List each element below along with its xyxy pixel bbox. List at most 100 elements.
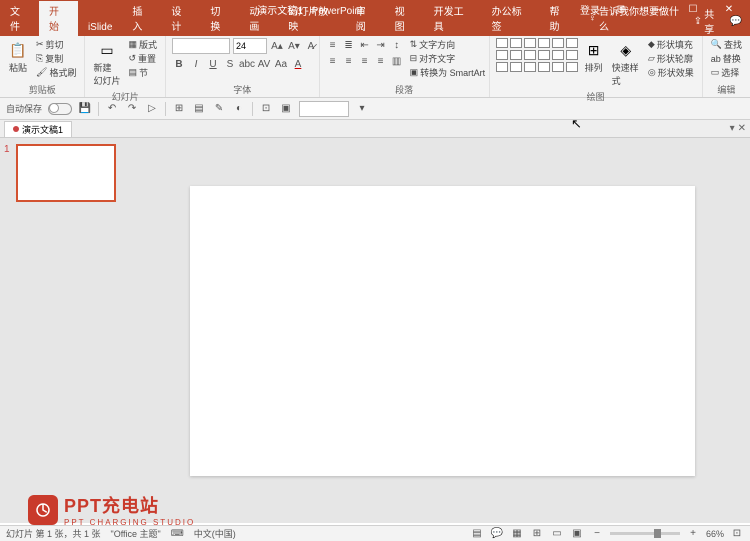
language[interactable]: 中文(中国) — [194, 527, 236, 540]
bullets-icon[interactable]: ≡ — [326, 38, 340, 52]
fit-window-icon[interactable]: ⊡ — [730, 527, 744, 541]
tab-file[interactable]: 文件 — [0, 1, 39, 36]
format-painter-button[interactable]: 🖌格式刷 — [34, 66, 78, 79]
change-case-icon[interactable]: Aa — [274, 57, 288, 71]
share-button[interactable]: ⇪ 共享 — [694, 6, 722, 36]
line-spacing-icon[interactable]: ↕ — [390, 38, 404, 52]
start-from-begin-icon[interactable]: ▷ — [145, 102, 159, 116]
spellcheck-icon[interactable]: ⌨ — [171, 528, 184, 539]
columns-icon[interactable]: ▥ — [390, 54, 404, 68]
align-left-icon[interactable]: ≡ — [326, 54, 340, 68]
group-clipboard: 📋 粘贴 ✂剪切 ⎘复制 🖌格式刷 剪贴板 — [0, 36, 85, 97]
char-spacing-icon[interactable]: AV — [257, 57, 271, 71]
slideshow-view-icon[interactable]: ▣ — [570, 527, 584, 541]
tab-slideshow[interactable]: 幻灯片放映 — [278, 1, 345, 36]
qat-dropdown[interactable] — [299, 101, 349, 117]
slide-canvas[interactable] — [190, 186, 695, 476]
shape-effects-button[interactable]: ◎形状效果 — [646, 66, 696, 79]
select-button[interactable]: ▭选择 — [709, 66, 744, 79]
justify-icon[interactable]: ≡ — [374, 54, 388, 68]
watermark: PPT充电站 PPT CHARGING STUDIO — [28, 492, 195, 527]
increase-indent-icon[interactable]: ⇥ — [374, 38, 388, 52]
tell-me-search[interactable]: ♀ 告诉我你想要做什么 — [578, 1, 693, 36]
convert-smartart-button[interactable]: ▣转换为 SmartArt — [408, 66, 488, 79]
doc-close-icon[interactable]: ✕ — [738, 123, 746, 134]
replace-icon: ab — [711, 54, 721, 64]
shape-fill-button[interactable]: ◆形状填充 — [646, 38, 696, 51]
qat-more-icon[interactable]: ▾ — [355, 102, 369, 116]
text-direction-button[interactable]: ⇅文字方向 — [408, 38, 488, 51]
zoom-slider[interactable] — [610, 532, 680, 535]
reset-button[interactable]: ↺重置 — [126, 52, 159, 65]
find-button[interactable]: 🔍查找 — [709, 38, 744, 51]
qat-icon-3[interactable]: ✎ — [212, 102, 226, 116]
tab-transitions[interactable]: 切换 — [200, 1, 239, 36]
arrange-button[interactable]: ⊞ 排列 — [582, 38, 606, 76]
font-family-select[interactable] — [172, 38, 230, 54]
save-icon[interactable]: 💾 — [78, 102, 92, 116]
shape-outline-button[interactable]: ▱形状轮廓 — [646, 52, 696, 65]
thumbnail-preview — [16, 144, 116, 202]
document-tab[interactable]: 演示文稿1 — [4, 121, 72, 137]
search-icon: 🔍 — [711, 39, 722, 50]
tab-design[interactable]: 设计 — [161, 1, 200, 36]
numbering-icon[interactable]: ≣ — [342, 38, 356, 52]
doc-dropdown-icon[interactable]: ▾ — [730, 123, 735, 134]
font-size-select[interactable] — [233, 38, 267, 54]
reading-view-icon[interactable]: ▭ — [550, 527, 564, 541]
clear-format-icon[interactable]: A̷ — [304, 39, 318, 53]
align-center-icon[interactable]: ≡ — [342, 54, 356, 68]
layout-button[interactable]: ▦版式 — [126, 38, 159, 51]
undo-icon[interactable]: ↶ — [105, 102, 119, 116]
comments-status-icon[interactable]: 💬 — [490, 527, 504, 541]
tab-view[interactable]: 视图 — [385, 1, 424, 36]
bold-icon[interactable]: B — [172, 57, 186, 71]
new-slide-button[interactable]: ▭ 新建 幻灯片 — [91, 38, 122, 89]
sorter-view-icon[interactable]: ⊞ — [530, 527, 544, 541]
decrease-font-icon[interactable]: A▾ — [287, 39, 301, 53]
align-text-button[interactable]: ⊟对齐文字 — [408, 52, 488, 65]
zoom-out-icon[interactable]: − — [590, 527, 604, 541]
redo-icon[interactable]: ↷ — [125, 102, 139, 116]
qat-icon-5[interactable]: ⊡ — [259, 102, 273, 116]
group-slides: ▭ 新建 幻灯片 ▦版式 ↺重置 ▤节 幻灯片 — [85, 36, 166, 97]
strikethrough-icon[interactable]: S — [223, 57, 237, 71]
paste-button[interactable]: 📋 粘贴 — [6, 38, 30, 76]
cut-button[interactable]: ✂剪切 — [34, 38, 78, 51]
decrease-indent-icon[interactable]: ⇤ — [358, 38, 372, 52]
zoom-in-icon[interactable]: + — [686, 527, 700, 541]
copy-button[interactable]: ⎘复制 — [34, 52, 78, 65]
tab-insert[interactable]: 插入 — [122, 1, 161, 36]
align-right-icon[interactable]: ≡ — [358, 54, 372, 68]
notes-icon[interactable]: ▤ — [470, 527, 484, 541]
qat-icon-4[interactable]: ◐ — [232, 102, 246, 116]
shadow-icon[interactable]: abc — [240, 57, 254, 71]
tab-home[interactable]: 开始 — [39, 1, 78, 36]
quick-styles-button[interactable]: ◈ 快速样式 — [610, 38, 642, 89]
tab-developer[interactable]: 开发工具 — [424, 1, 482, 36]
autosave-toggle[interactable] — [48, 103, 72, 115]
align-v-icon: ⊟ — [410, 53, 418, 64]
theme-name: "Office 主题" — [111, 527, 161, 540]
tab-review[interactable]: 审阅 — [346, 1, 385, 36]
tab-help[interactable]: 帮助 — [540, 1, 579, 36]
qat-icon-6[interactable]: ▣ — [279, 102, 293, 116]
qat-icon-1[interactable]: ⊞ — [172, 102, 186, 116]
statusbar: 幻灯片 第 1 张，共 1 张 "Office 主题" ⌨ 中文(中国) ▤ 💬… — [0, 525, 750, 541]
comments-button[interactable]: 💬 — [730, 6, 742, 36]
replace-button[interactable]: ab替换 — [709, 52, 744, 65]
increase-font-icon[interactable]: A▴ — [270, 39, 284, 53]
shapes-gallery[interactable] — [496, 38, 578, 72]
section-button[interactable]: ▤节 — [126, 66, 159, 79]
tab-officetab[interactable]: 办公标签 — [482, 1, 540, 36]
font-color-icon[interactable]: A — [291, 57, 305, 71]
normal-view-icon[interactable]: ▦ — [510, 527, 524, 541]
underline-icon[interactable]: U — [206, 57, 220, 71]
tab-animations[interactable]: 动画 — [239, 1, 278, 36]
italic-icon[interactable]: I — [189, 57, 203, 71]
slide-editor[interactable] — [135, 138, 750, 523]
tab-islide[interactable]: iSlide — [78, 20, 122, 36]
thumbnail-1[interactable]: 1 — [4, 144, 131, 202]
zoom-level[interactable]: 66% — [706, 529, 724, 539]
qat-icon-2[interactable]: ▤ — [192, 102, 206, 116]
